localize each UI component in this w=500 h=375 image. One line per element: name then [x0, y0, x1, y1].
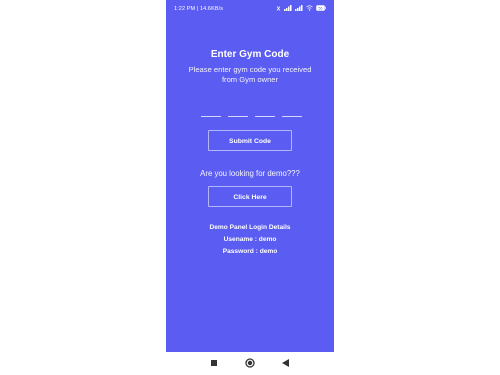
status-icons: 56: [276, 5, 326, 11]
wifi-icon: [306, 5, 313, 11]
gym-code-digit-3[interactable]: [255, 112, 275, 117]
demo-details: Demo Panel Login Details Usename : demo …: [166, 222, 334, 258]
page-subtitle: Please enter gym code you received from …: [188, 65, 312, 84]
back-triangle-icon[interactable]: [279, 357, 291, 369]
demo-password: Password : demo: [222, 248, 278, 255]
status-time: 1:22 PM | 14.6KB/s: [174, 6, 224, 12]
signal-icon-2: [295, 5, 303, 11]
demo-question: Are you looking for demo???: [200, 169, 300, 178]
page-title: Enter Gym Code: [210, 49, 290, 60]
gym-code-digit-4[interactable]: [282, 112, 302, 117]
status-bar: 1:22 PM | 14.6KB/s 56: [166, 0, 334, 18]
system-nav-bar: [166, 352, 334, 375]
gym-code-digit-1[interactable]: [201, 112, 221, 117]
demo-details-title: Demo Panel Login Details: [209, 224, 291, 231]
app-screen: 1:22 PM | 14.6KB/s 56 Enter Gym Code Ple…: [166, 0, 334, 352]
gym-code-inputs: [201, 112, 302, 117]
svg-text:56: 56: [319, 7, 323, 11]
phone-frame: 1:22 PM | 14.6KB/s 56 Enter Gym Code Ple…: [166, 0, 334, 375]
click-here-button[interactable]: Click Here: [208, 186, 292, 207]
gym-code-digit-2[interactable]: [228, 112, 248, 117]
recents-square-icon[interactable]: [208, 357, 220, 369]
alarm-icon: [276, 5, 281, 11]
submit-code-button[interactable]: Submit Code: [208, 130, 292, 151]
home-circle-icon[interactable]: [244, 357, 256, 369]
battery-icon: 56: [316, 5, 326, 11]
demo-username: Usename : demo: [223, 236, 277, 243]
signal-icon: [284, 5, 292, 11]
